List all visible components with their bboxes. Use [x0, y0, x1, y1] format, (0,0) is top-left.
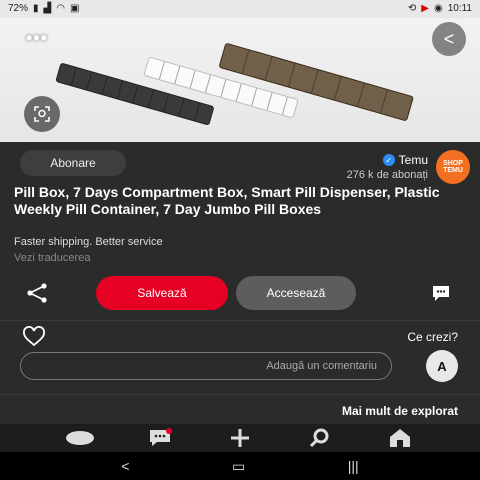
translate-link[interactable]: Vezi traducerea [14, 252, 462, 264]
pin-subtitle: Faster shipping. Better service [14, 236, 163, 248]
access-button[interactable]: Accesează [236, 276, 356, 310]
system-navigation: < ▭ ||| [0, 452, 480, 480]
save-button[interactable]: Salvează [96, 276, 228, 310]
youtube-icon: ▶ [421, 3, 429, 14]
status-bar: 72% ▮ ▟ ◠ ▣ ⟲ ▶ ◉ 10:11 [0, 0, 480, 18]
status-time: 10:11 [447, 3, 472, 14]
subscriber-count: 276 k de abonați [346, 169, 428, 181]
pin-title: Pill Box, 7 Days Compartment Box, Smart … [14, 184, 440, 217]
battery-icon: ▮ [33, 3, 39, 14]
divider [0, 320, 480, 321]
more-options-icon[interactable]: ••• [26, 28, 48, 49]
avatar[interactable]: A [426, 350, 458, 382]
pin-details: Abonare ✓ Temu 276 k de abonați SHOP TEM… [0, 142, 480, 432]
battery-percent: 72% [8, 3, 29, 14]
recents-icon[interactable]: ||| [348, 458, 359, 474]
comment-input[interactable] [20, 352, 392, 380]
share-icon[interactable] [26, 282, 48, 304]
follow-button[interactable]: Abonare [20, 150, 126, 176]
logo-line-2: TEMU [443, 167, 463, 174]
pin-image[interactable]: ••• < [0, 18, 480, 142]
notification-icon: ▣ [69, 3, 80, 14]
channel-name-row: ✓ Temu [347, 153, 428, 167]
visual-search-icon[interactable] [24, 96, 60, 132]
sync-icon: ⟲ [407, 3, 417, 14]
logo-line-1: SHOP [443, 159, 463, 167]
signal-icon: ▟ [43, 3, 52, 14]
back-arrow-icon[interactable]: < [432, 22, 466, 56]
profile-icon[interactable] [64, 425, 96, 451]
status-left: 72% ▮ ▟ ◠ ▣ [8, 4, 79, 14]
whatsapp-icon: ◉ [433, 3, 443, 14]
wifi-icon: ◠ [56, 3, 65, 14]
back-chevron-icon[interactable]: < [121, 458, 129, 474]
heart-icon[interactable] [22, 326, 46, 348]
home-icon[interactable] [384, 425, 416, 451]
divider [0, 394, 480, 395]
explore-heading: Mai mult de explorat [341, 404, 458, 418]
status-right: ⟲ ▶ ◉ 10:11 [408, 4, 472, 14]
comments-question: Ce crezi? [407, 330, 458, 344]
channel-name: Temu [398, 153, 428, 167]
channel-logo[interactable]: SHOP TEMU [436, 150, 470, 184]
verified-icon: ✓ [382, 154, 395, 166]
plus-icon[interactable] [224, 425, 256, 451]
channel-info[interactable]: ✓ Temu 276 k de abonați SHOP TEMU [347, 150, 470, 184]
pill-box-brown [218, 42, 414, 122]
bottom-navigation [0, 424, 480, 452]
messages-icon[interactable] [144, 425, 176, 451]
search-icon[interactable] [304, 425, 336, 451]
home-circle-icon[interactable]: ▭ [232, 458, 245, 475]
message-icon[interactable] [430, 282, 452, 304]
